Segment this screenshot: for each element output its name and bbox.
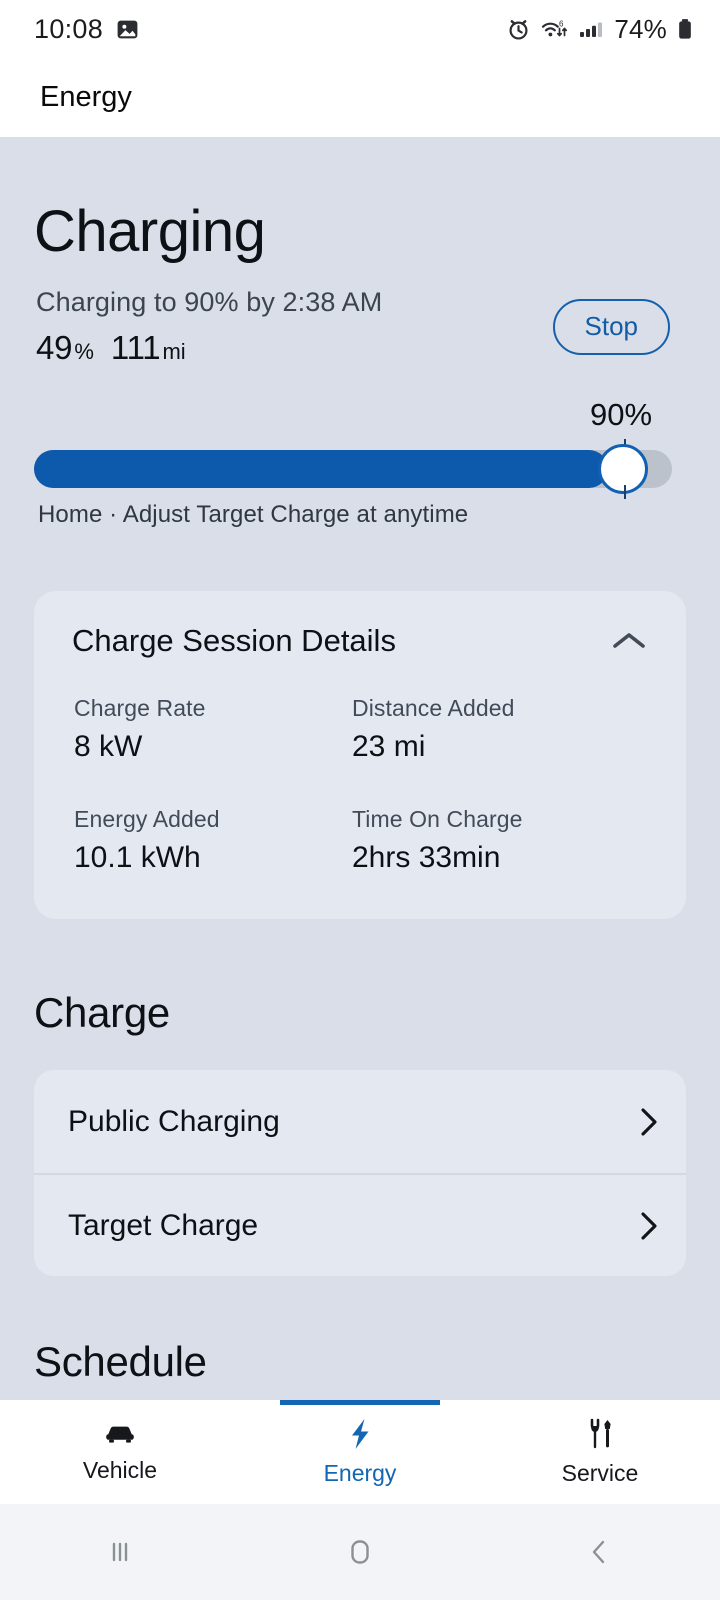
stat-distance-added: Distance Added 23 mi — [352, 695, 656, 764]
active-tab-indicator — [280, 1400, 440, 1405]
stat-energy-added: Energy Added 10.1 kWh — [74, 806, 352, 875]
status-clock: 10:08 — [34, 13, 104, 44]
battery-percent-text: 74% — [614, 13, 667, 44]
charging-metrics: 49% 111mi — [36, 329, 382, 367]
stat-value: 23 mi — [352, 730, 426, 763]
chevron-right-icon — [636, 1105, 662, 1139]
battery-icon — [676, 17, 694, 42]
stat-value: 8 kW — [74, 730, 143, 763]
range-estimate: 111mi — [111, 329, 186, 367]
bolt-icon — [345, 1417, 375, 1451]
stat-label: Time On Charge — [352, 806, 523, 832]
nav-tab-label: Vehicle — [82, 1457, 158, 1483]
stat-label: Charge Rate — [74, 695, 206, 721]
chevron-right-icon — [636, 1209, 662, 1243]
nav-tab-service[interactable]: Service — [480, 1400, 720, 1504]
page-title: Energy — [40, 81, 132, 113]
home-button[interactable] — [240, 1504, 480, 1600]
stat-value: 10.1 kWh — [74, 841, 201, 874]
nav-tab-energy[interactable]: Energy — [240, 1400, 480, 1504]
schedule-section-title: Schedule — [34, 1338, 207, 1385]
cellular-signal-icon — [578, 17, 605, 42]
charging-heading: Charging — [34, 199, 266, 264]
stop-charging-button[interactable]: Stop — [552, 299, 670, 355]
bottom-navigation: Vehicle Energy Service — [0, 1400, 720, 1504]
charge-session-details-title: Charge Session Details — [72, 623, 396, 658]
chevron-up-icon — [610, 629, 648, 653]
system-navigation-bar — [0, 1504, 720, 1600]
battery-level-unit: % — [74, 339, 94, 364]
target-charge-slider[interactable]: 90% — [34, 397, 686, 499]
charge-session-details-header[interactable]: Charge Session Details — [64, 623, 656, 659]
home-icon — [342, 1534, 378, 1570]
charge-section-list: Public Charging Target Charge — [34, 1070, 686, 1276]
wrench-screwdriver-icon — [583, 1417, 617, 1451]
charge-section-title: Charge — [34, 989, 170, 1036]
image-icon — [115, 17, 140, 42]
stat-label: Energy Added — [74, 806, 220, 832]
target-charge-value-label: 90% — [590, 397, 653, 432]
charging-summary-text: Charging to 90% by 2:38 AM 49% 111mi — [34, 287, 382, 367]
charge-session-stats: Charge Rate 8 kW Distance Added 23 mi En… — [64, 695, 656, 875]
main-content: Charging Charging to 90% by 2:38 AM 49% … — [0, 137, 720, 1600]
svg-text:6: 6 — [559, 19, 564, 28]
car-icon — [103, 1420, 137, 1448]
list-item-public-charging[interactable]: Public Charging — [34, 1070, 686, 1173]
back-button[interactable] — [480, 1504, 720, 1600]
collapse-toggle-button[interactable] — [604, 623, 654, 659]
range-value: 111 — [110, 329, 161, 366]
list-item-target-charge[interactable]: Target Charge — [34, 1173, 686, 1276]
stat-label: Distance Added — [352, 695, 515, 721]
slider-track-fill — [34, 450, 609, 488]
slider-tick-bottom — [624, 485, 626, 499]
battery-level-value: 49 — [36, 329, 73, 366]
stat-charge-rate: Charge Rate 8 kW — [74, 695, 352, 764]
app-bar: Energy — [0, 58, 720, 137]
slider-thumb[interactable] — [598, 444, 648, 494]
phone-screen: 10:08 6 74% Energy Charging Charging to … — [0, 0, 720, 1600]
list-item-label: Public Charging — [68, 1104, 280, 1138]
wifi-icon: 6 — [540, 17, 569, 42]
slider-caption: Home · Adjust Target Charge at anytime — [38, 501, 469, 528]
nav-tab-vehicle[interactable]: Vehicle — [0, 1400, 240, 1504]
charge-session-details-card: Charge Session Details Charge Rate 8 kW … — [34, 591, 686, 919]
charging-summary: Charging to 90% by 2:38 AM 49% 111mi Sto… — [34, 287, 686, 367]
status-bar-left: 10:08 — [34, 14, 140, 45]
list-item-label: Target Charge — [68, 1208, 259, 1242]
battery-level: 49% — [36, 329, 94, 367]
nav-tab-label: Service — [561, 1460, 639, 1486]
status-bar: 10:08 6 74% — [0, 0, 720, 58]
stat-time-on-charge: Time On Charge 2hrs 33min — [352, 806, 656, 875]
alarm-icon — [506, 17, 531, 42]
recents-icon — [103, 1535, 137, 1569]
nav-tab-label: Energy — [323, 1460, 397, 1486]
back-icon — [583, 1535, 617, 1569]
recents-button[interactable] — [0, 1504, 240, 1600]
slider-track[interactable] — [34, 450, 672, 488]
charging-status-line: Charging to 90% by 2:38 AM — [36, 287, 383, 317]
status-bar-right: 6 74% — [506, 14, 694, 45]
stat-value: 2hrs 33min — [352, 841, 501, 874]
range-unit: mi — [162, 339, 186, 364]
